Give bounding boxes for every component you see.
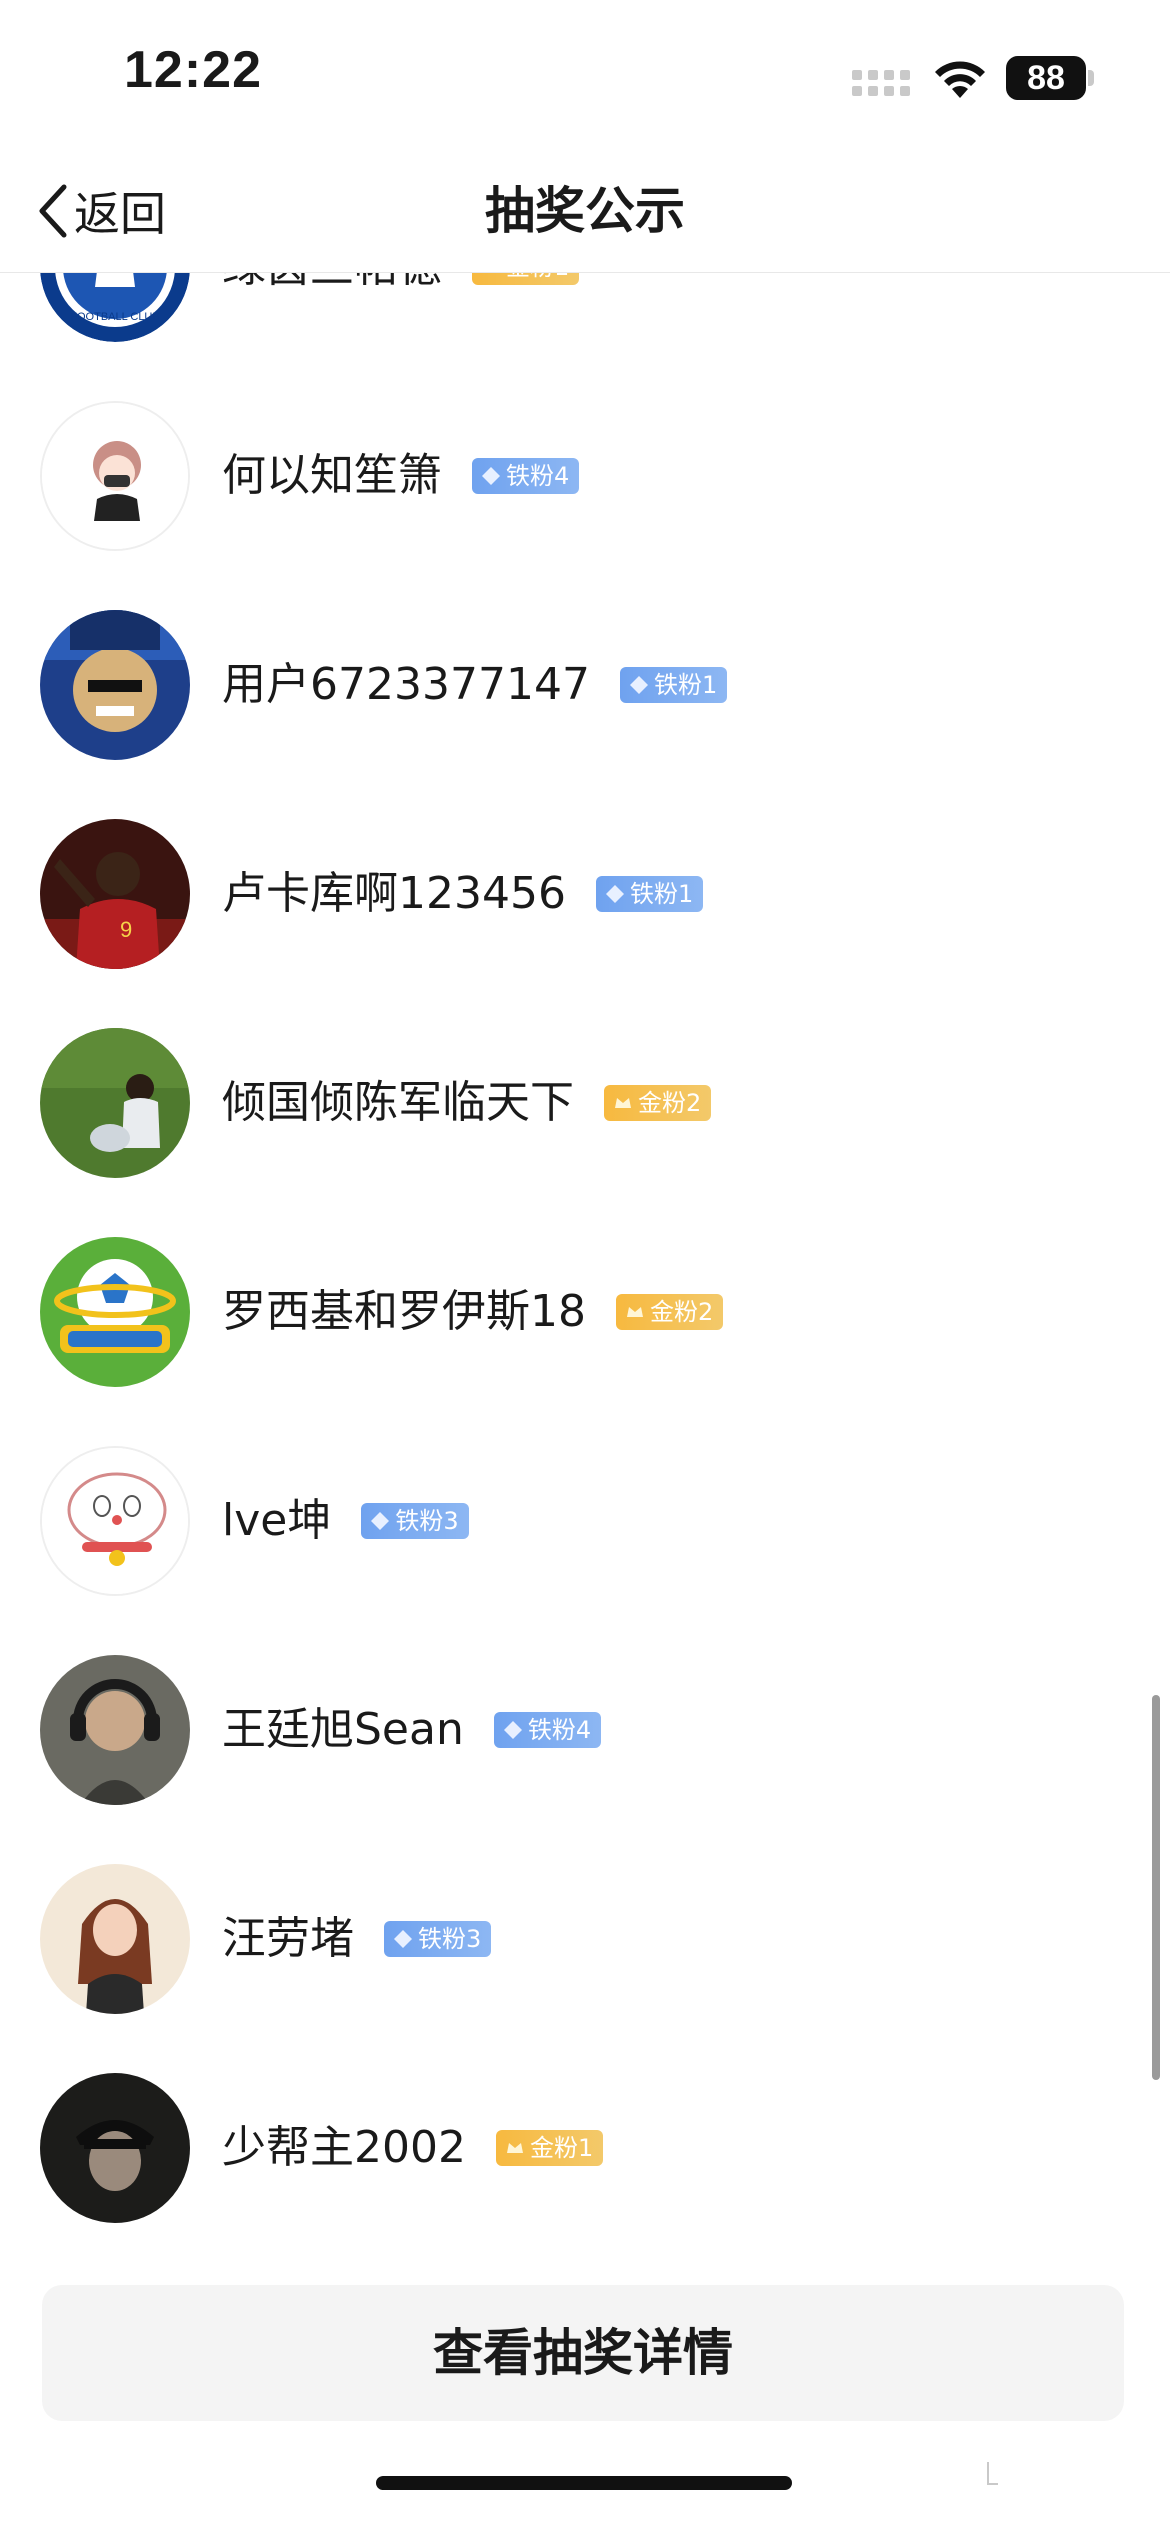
status-time: 12:22 — [124, 41, 262, 99]
user-name: 汪劳堵 铁粉3 — [222, 1910, 492, 1968]
list-item[interactable]: 汪劳堵 铁粉3 — [0, 1834, 1170, 2043]
crown-icon — [480, 273, 502, 278]
user-name: 少帮主2002 金粉1 — [222, 2119, 604, 2177]
user-name-text: 卢卡库啊123456 — [222, 868, 566, 919]
avatar[interactable] — [40, 1446, 190, 1596]
crown-icon — [627, 1307, 643, 1317]
svg-text:9: 9 — [120, 917, 132, 942]
badge-label: 铁粉3 — [418, 1925, 482, 1953]
badge-label: 铁粉3 — [395, 1507, 459, 1535]
cartoon-face-avatar — [40, 610, 190, 760]
user-name: 卢卡库啊123456 铁粉1 — [222, 865, 704, 923]
list-item[interactable]: lve坤 铁粉3 — [0, 1416, 1170, 1625]
woman-photo-avatar — [40, 1864, 190, 2014]
badge-label: 铁粉4 — [506, 462, 570, 490]
fan-level-badge: 金粉1 — [495, 2130, 604, 2166]
football-logo-avatar — [40, 1237, 190, 1387]
fan-level-badge: 铁粉3 — [384, 1921, 492, 1957]
avatar[interactable] — [40, 1864, 190, 2014]
crown-icon — [615, 1098, 631, 1108]
user-name-text: lve坤 — [222, 1495, 332, 1546]
badge-label: 铁粉1 — [629, 880, 694, 908]
user-name: 倾国倾陈军临天下 金粉2 — [222, 1074, 712, 1132]
user-name: lve坤 铁粉3 — [222, 1492, 469, 1550]
list-item[interactable]: 用户6723377147 铁粉1 — [0, 580, 1170, 789]
fan-level-badge: 铁粉1 — [619, 667, 728, 703]
battery-cap — [1088, 70, 1094, 86]
list-item[interactable]: 罗西基和罗伊斯18 金粉2 — [0, 1207, 1170, 1416]
man-headphones-avatar — [40, 1655, 190, 1805]
user-name-text: 倾国倾陈军临天下 — [222, 1077, 574, 1128]
cartoon-girl-avatar — [42, 403, 188, 549]
avatar[interactable]: 9 — [40, 819, 190, 969]
fan-level-badge: 金粉1 — [472, 273, 580, 285]
badge-label: 金粉1 — [529, 2134, 594, 2162]
home-indicator[interactable] — [376, 2476, 792, 2490]
avatar[interactable] — [40, 1655, 190, 1805]
crown-icon — [506, 2143, 523, 2153]
diamond-icon — [371, 1512, 390, 1530]
user-name: 罗西基和罗伊斯18 金粉2 — [222, 1283, 724, 1341]
list-item[interactable]: 9 卢卡库啊123456 铁粉1 — [0, 789, 1170, 998]
user-name-text: 罗西基和罗伊斯18 — [222, 1286, 586, 1337]
fan-level-badge: 金粉2 — [616, 1294, 724, 1330]
diamond-icon — [394, 1930, 412, 1948]
cartoon-cat-avatar — [42, 1448, 188, 1594]
corner-mark-icon — [987, 2462, 998, 2485]
user-name-text: 汪劳堵 — [222, 1913, 354, 1964]
wifi-icon — [930, 56, 990, 100]
chelsea-crest-avatar: FOOTBALL CLUB — [40, 273, 190, 342]
badge-label: 铁粉4 — [527, 1716, 592, 1744]
fan-level-badge: 铁粉4 — [493, 1712, 602, 1748]
status-bar: 12:22 88 — [0, 0, 1170, 150]
dark-portrait-avatar — [40, 2073, 190, 2223]
user-name: 何以知笙箫 铁粉4 — [222, 447, 580, 505]
diamond-icon — [605, 885, 624, 903]
fan-level-badge: 铁粉1 — [595, 876, 704, 912]
list-item[interactable]: FOOTBALL CLUB 绿茵兰帕德 金粉1 — [0, 273, 1170, 371]
scrollbar[interactable] — [1152, 1695, 1160, 2080]
user-name-text: 何以知笙箫 — [222, 450, 442, 501]
avatar[interactable] — [40, 401, 190, 551]
avatar[interactable] — [40, 1028, 190, 1178]
view-lottery-details-button[interactable]: 查看抽奖详情 — [42, 2285, 1124, 2421]
avatar[interactable] — [40, 610, 190, 760]
fan-level-badge: 铁粉4 — [472, 458, 580, 494]
badge-label: 金粉2 — [650, 1298, 714, 1326]
footballer-photo-avatar: 9 — [40, 819, 190, 969]
user-name: 用户6723377147 铁粉1 — [222, 656, 728, 714]
diamond-icon — [503, 1721, 522, 1739]
diamond-icon — [482, 467, 500, 485]
nav-bar: 返回 抽奖公示 — [0, 150, 1170, 273]
user-name-text: 用户6723377147 — [222, 659, 590, 710]
avatar[interactable] — [40, 1237, 190, 1387]
battery-icon: 88 — [1006, 56, 1086, 100]
pitch-photo-avatar — [40, 1028, 190, 1178]
badge-label: 铁粉1 — [653, 671, 718, 699]
fan-level-badge: 金粉2 — [604, 1085, 712, 1121]
user-name-text: 王廷旭Sean — [222, 1704, 464, 1755]
list-item[interactable]: 何以知笙箫 铁粉4 — [0, 371, 1170, 580]
user-name-text: 少帮主2002 — [222, 2122, 466, 2173]
winner-list[interactable]: FOOTBALL CLUB 绿茵兰帕德 金粉1 — [0, 273, 1170, 2255]
user-name-text: 绿茵兰帕德 — [222, 273, 442, 296]
list-item[interactable]: 少帮主2002 金粉1 — [0, 2043, 1170, 2252]
svg-text:FOOTBALL CLUB: FOOTBALL CLUB — [70, 311, 159, 323]
bottom-bar: 查看抽奖详情 — [0, 2255, 1170, 2532]
badge-label: 金粉2 — [638, 1089, 702, 1117]
page-title: 抽奖公示 — [485, 182, 685, 240]
list-item[interactable]: 倾国倾陈军临天下 金粉2 — [0, 998, 1170, 1207]
user-name: 绿茵兰帕德 金粉1 — [222, 273, 580, 296]
fan-level-badge: 铁粉3 — [361, 1503, 469, 1539]
avatar[interactable]: FOOTBALL CLUB — [40, 273, 190, 342]
cellular-signal-icon — [852, 70, 914, 98]
avatar[interactable] — [40, 2073, 190, 2223]
list-item[interactable]: 王廷旭Sean 铁粉4 — [0, 1625, 1170, 1834]
user-name: 王廷旭Sean 铁粉4 — [222, 1701, 602, 1759]
diamond-icon — [629, 676, 648, 694]
badge-label: 金粉1 — [506, 273, 569, 285]
